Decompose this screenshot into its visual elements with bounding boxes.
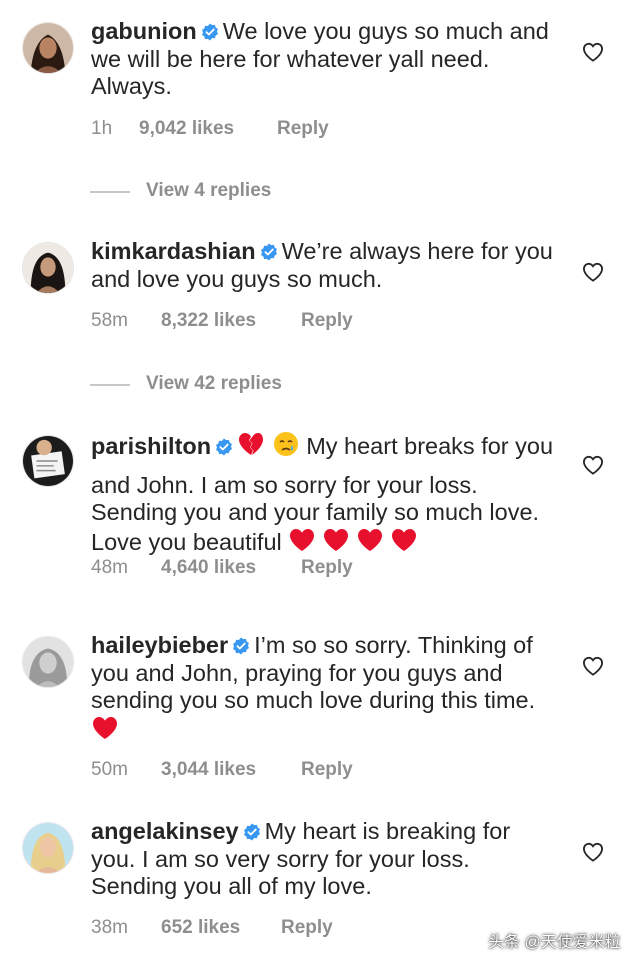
like-heart-icon[interactable] bbox=[582, 455, 604, 475]
likes-count[interactable]: 3,044 likes bbox=[161, 759, 301, 781]
red-heart-emoji bbox=[91, 715, 119, 756]
verified-badge-icon bbox=[201, 20, 219, 41]
username[interactable]: kimkardashian bbox=[91, 238, 256, 264]
comments-page: gabunion We love you guys so much and we … bbox=[0, 0, 640, 962]
avatar[interactable] bbox=[22, 636, 74, 688]
divider bbox=[90, 384, 130, 386]
watermark: 头条 @天使爱米粒 bbox=[488, 934, 621, 951]
like-heart-icon[interactable] bbox=[582, 656, 604, 676]
comment-body: haileybieber I’m so so sorry. Thinking of… bbox=[91, 632, 559, 755]
comment-meta: 38m 652 likes Reply bbox=[91, 917, 333, 939]
broken-heart-emoji bbox=[237, 431, 265, 472]
username[interactable]: parishilton bbox=[91, 433, 211, 459]
avatar[interactable] bbox=[22, 822, 74, 874]
verified-badge-icon bbox=[232, 634, 250, 655]
likes-count[interactable]: 652 likes bbox=[161, 917, 281, 939]
comment-meta: 58m 8,322 likes Reply bbox=[91, 310, 353, 332]
timestamp: 1h bbox=[91, 118, 113, 139]
likes-count[interactable]: 9,042 likes bbox=[139, 118, 277, 140]
divider bbox=[90, 191, 130, 193]
view-replies-button[interactable]: View 42 replies bbox=[90, 373, 390, 397]
reply-button[interactable]: Reply bbox=[301, 759, 353, 781]
view-replies-label: View 42 replies bbox=[146, 373, 282, 394]
timestamp: 50m bbox=[91, 759, 128, 780]
timestamp: 48m bbox=[91, 557, 128, 578]
verified-badge-icon bbox=[215, 435, 233, 456]
username[interactable]: angelakinsey bbox=[91, 818, 239, 844]
verified-badge-icon bbox=[260, 240, 278, 261]
likes-count[interactable]: 4,640 likes bbox=[161, 557, 301, 579]
timestamp: 38m bbox=[91, 917, 128, 938]
crying-face-emoji bbox=[272, 431, 300, 472]
comment-body: gabunion We love you guys so much and we … bbox=[91, 18, 559, 101]
reply-button[interactable]: Reply bbox=[301, 310, 353, 332]
like-heart-icon[interactable] bbox=[582, 42, 604, 62]
like-heart-icon[interactable] bbox=[582, 262, 604, 282]
red-heart-emoji bbox=[390, 527, 418, 568]
view-replies-button[interactable]: View 4 replies bbox=[90, 180, 390, 204]
avatar[interactable] bbox=[22, 22, 74, 74]
avatar[interactable] bbox=[22, 242, 74, 294]
username[interactable]: gabunion bbox=[91, 18, 197, 44]
verified-badge-icon bbox=[243, 820, 261, 841]
timestamp: 58m bbox=[91, 310, 128, 331]
likes-count[interactable]: 8,322 likes bbox=[161, 310, 301, 332]
reply-button[interactable]: Reply bbox=[277, 118, 329, 140]
red-heart-emoji bbox=[356, 527, 384, 568]
comment-body: kimkardashian We’re always here for you a… bbox=[91, 238, 559, 293]
username[interactable]: haileybieber bbox=[91, 632, 228, 658]
like-heart-icon[interactable] bbox=[582, 842, 604, 862]
comment-body: angelakinsey My heart is breaking for you… bbox=[91, 818, 559, 901]
comment-meta: 50m 3,044 likes Reply bbox=[91, 759, 353, 781]
comment-body: parishilton My heart breaks for you and … bbox=[91, 431, 559, 567]
reply-button[interactable]: Reply bbox=[281, 917, 333, 939]
view-replies-label: View 4 replies bbox=[146, 180, 272, 201]
avatar[interactable] bbox=[22, 435, 74, 487]
comment-meta: 1h 9,042 likes Reply bbox=[91, 118, 329, 140]
reply-button[interactable]: Reply bbox=[301, 557, 353, 579]
comment-meta: 48m 4,640 likes Reply bbox=[91, 557, 353, 579]
